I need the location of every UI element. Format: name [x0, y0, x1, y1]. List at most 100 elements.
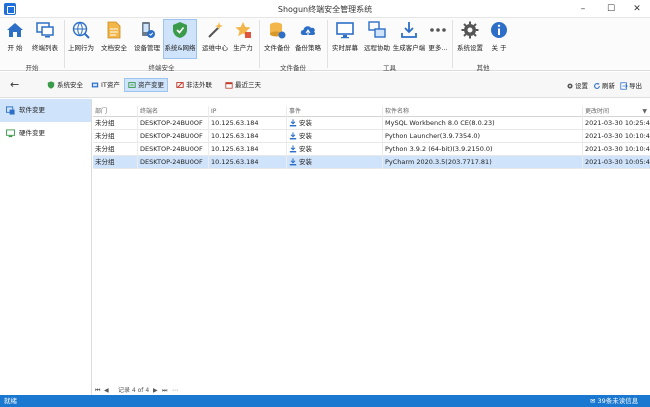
settings-action-label: 设置 — [575, 82, 588, 90]
sidebar-item-software-change[interactable]: 软件变更 — [0, 99, 91, 122]
ribbon-more-button[interactable]: 更多... — [427, 20, 449, 58]
ribbon-backup-policy-button[interactable]: 备份策略 — [293, 20, 323, 58]
globe-search-icon — [72, 21, 90, 39]
record-position-label: 记录 4 of 4 — [118, 387, 150, 394]
monitor-list-icon — [36, 22, 54, 38]
column-header-ip[interactable]: IP — [209, 106, 287, 117]
ribbon-group-label-endpoint-security: 终端安全 — [148, 64, 175, 72]
ribbon-terminal-list-button[interactable]: 终端列表 — [30, 20, 60, 58]
refresh-action-button[interactable]: 刷新 — [593, 80, 615, 90]
screen-icon — [336, 22, 354, 39]
ribbon-settings-button[interactable]: 系统设置 — [455, 20, 485, 58]
cell-ip: 10.125.63.184 — [209, 117, 287, 130]
filter-illegal-connect-label: 非法外联 — [186, 81, 212, 89]
column-header-change-time-label: 更改时间 — [585, 108, 610, 115]
table-row[interactable]: 未分组 DESKTOP-24BU0OF 10.125.63.184 安装 MyS… — [93, 117, 650, 130]
filter-last-three-days-button[interactable]: 最近三天 — [222, 78, 264, 92]
ribbon-group-divider — [452, 20, 453, 68]
filter-system-security-button[interactable]: 系统安全 — [44, 78, 86, 92]
ribbon-web-behavior-label: 上网行为 — [68, 44, 94, 52]
cell-software: PyCharm 2020.3.5(203.7717.81) — [383, 156, 583, 169]
unread-messages-link[interactable]: ✉ 39条未读信息 — [590, 396, 638, 406]
sidebar-item-hardware-change[interactable]: 硬件变更 — [0, 122, 91, 145]
ribbon-file-backup-button[interactable]: 文件备份 — [262, 20, 292, 58]
ribbon-group-divider — [64, 20, 65, 68]
table-row[interactable]: 未分组 DESKTOP-24BU0OF 10.125.63.184 安装 Pyt… — [93, 143, 650, 156]
ribbon-settings-label: 系统设置 — [457, 44, 483, 52]
gear-icon — [461, 21, 479, 39]
filter-asset-change-button[interactable]: 资产变更 — [124, 78, 168, 92]
home-icon — [7, 23, 23, 37]
document-icon — [107, 21, 121, 39]
mail-icon: ✉ — [590, 397, 596, 405]
shield-check-icon — [47, 81, 55, 89]
ribbon-device-mgmt-button[interactable]: 设备管理 — [132, 20, 162, 58]
column-header-department[interactable]: 部门 — [93, 106, 138, 117]
ribbon-group-label-tools: 工具 — [383, 64, 396, 72]
export-action-button[interactable]: 导出 — [620, 80, 642, 90]
title-bar: Shogun终端安全管理系统 – ☐ ✕ — [0, 0, 650, 18]
record-navigator: ⏮ ◀ 记录 4 of 4 ▶ ⏭ ⋯ — [93, 386, 650, 395]
cell-hostname: DESKTOP-24BU0OF — [138, 130, 209, 143]
cell-change-time: 2021-03-30 10:05:40 — [585, 158, 650, 166]
ribbon-doc-security-button[interactable]: 文档安全 — [99, 20, 129, 58]
settings-action-button[interactable]: 设置 — [566, 80, 588, 90]
export-action-label: 导出 — [629, 82, 642, 90]
ribbon-group-label-other: 其他 — [476, 64, 490, 72]
filter-last-three-days-label: 最近三天 — [235, 81, 261, 89]
last-record-button[interactable]: ⏭ — [162, 386, 167, 395]
ribbon-web-behavior-button[interactable]: 上网行为 — [66, 20, 96, 58]
column-header-change-time[interactable]: 更改时间 ▼ — [583, 106, 650, 117]
minimize-button[interactable]: – — [570, 0, 596, 18]
cloud-icon — [300, 26, 316, 36]
more-records-button[interactable]: ⋯ — [172, 386, 178, 395]
maximize-button[interactable]: ☐ — [598, 0, 624, 18]
column-header-software[interactable]: 软件名称 — [383, 106, 583, 117]
ribbon-generate-client-button[interactable]: 生成客户端 — [392, 20, 426, 58]
cell-change-time: 2021-03-30 10:25:43 — [585, 119, 650, 127]
filter-illegal-connect-button[interactable]: 非法外联 — [173, 78, 215, 92]
ribbon-productivity-button[interactable]: 生产力 — [230, 20, 256, 58]
download-icon — [401, 22, 417, 38]
ribbon-system-network-button[interactable]: 系统&网络 — [163, 19, 197, 59]
ribbon-start-button[interactable]: 开 始 — [3, 20, 27, 58]
cell-event-label: 安装 — [299, 132, 312, 140]
ribbon-group-label-file-backup: 文件备份 — [280, 64, 306, 72]
table-row[interactable]: 未分组 DESKTOP-24BU0OF 10.125.63.184 安装 PyC… — [93, 156, 650, 169]
ribbon-live-screen-button[interactable]: 实时屏幕 — [330, 20, 360, 58]
cell-department: 未分组 — [93, 143, 138, 156]
status-text: 就绪 — [4, 397, 17, 405]
filter-it-assets-button[interactable]: IT资产 — [88, 78, 123, 92]
cell-hostname: DESKTOP-24BU0OF — [138, 156, 209, 169]
sort-desc-icon: ▼ — [642, 108, 647, 115]
ribbon-about-button[interactable]: 关 于 — [487, 20, 511, 58]
refresh-action-label: 刷新 — [602, 82, 615, 90]
software-change-icon — [6, 105, 15, 115]
sidebar-item-label: 硬件变更 — [19, 129, 45, 137]
sidebar-item-label: 软件变更 — [19, 106, 45, 114]
device-icon — [142, 22, 155, 38]
column-header-event[interactable]: 事件 — [287, 106, 383, 117]
ribbon-remote-assist-button[interactable]: 远程协助 — [362, 20, 392, 58]
info-icon — [491, 22, 507, 38]
back-arrow-icon[interactable]: ← — [10, 79, 19, 90]
ribbon-generate-client-label: 生成客户端 — [392, 44, 426, 52]
ribbon-group-divider — [327, 20, 328, 68]
cell-software: Python 3.9.2 (64-bit)(3.9.2150.0) — [383, 143, 583, 156]
ribbon-doc-security-label: 文档安全 — [101, 44, 127, 52]
prev-record-button[interactable]: ◀ — [104, 386, 109, 395]
ribbon-ops-center-button[interactable]: 运维中心 — [200, 20, 230, 58]
close-button[interactable]: ✕ — [624, 0, 650, 18]
table-row[interactable]: 未分组 DESKTOP-24BU0OF 10.125.63.184 安装 Pyt… — [93, 130, 650, 143]
ribbon-terminal-list-label: 终端列表 — [32, 44, 58, 52]
cell-event-label: 安装 — [299, 158, 312, 166]
column-header-hostname[interactable]: 终端名 — [138, 106, 209, 117]
ribbon-start-label: 开 始 — [7, 44, 23, 52]
first-record-button[interactable]: ⏮ — [95, 386, 100, 395]
next-record-button[interactable]: ▶ — [153, 386, 158, 395]
cell-change-time: 2021-03-30 10:10:41 — [585, 145, 650, 153]
ribbon-backup-policy-label: 备份策略 — [295, 44, 321, 52]
cell-department: 未分组 — [93, 117, 138, 130]
cell-department: 未分组 — [93, 130, 138, 143]
ribbon-group-label-start: 开始 — [25, 64, 39, 72]
